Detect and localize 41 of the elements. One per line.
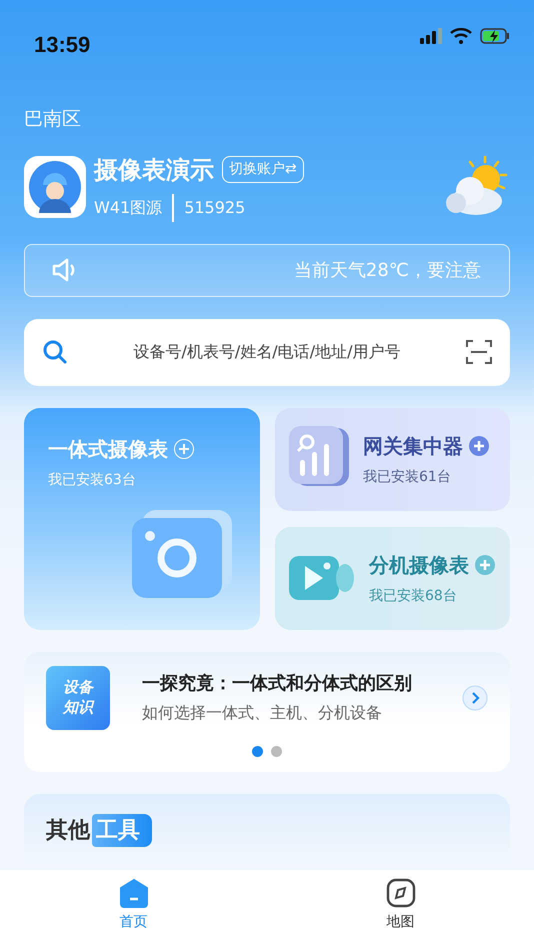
search-icon: [42, 339, 68, 365]
chevron-right-icon: [462, 684, 488, 710]
add-icon: [475, 554, 495, 574]
card-title: 网关集中器: [363, 432, 463, 460]
device-card[interactable]: 分机摄像表 我已安装68台: [275, 526, 510, 630]
tab-item[interactable]: 首页: [0, 870, 267, 950]
card-title: 分机摄像表: [369, 552, 469, 578]
source-label: W41图源: [94, 196, 162, 218]
article-card[interactable]: 设备 知识 一探究竟：一体式和分体式的区别 如何选择一体式、主机、分机设备: [24, 652, 510, 772]
article-subtitle: 如何选择一体式、主机、分机设备: [142, 702, 383, 724]
card-title: 一体式摄像表: [48, 436, 168, 462]
card-subtitle: 我已安装63台: [48, 470, 137, 490]
device-card[interactable]: 网关集中器 我已安装61台: [275, 408, 510, 510]
search-bar[interactable]: 设备号/机表号/姓名/电话/地址/用户号: [24, 318, 510, 386]
switch-account-button[interactable]: 切换账户⇄: [222, 156, 304, 183]
badge-text: 设备: [63, 678, 93, 698]
tab-item[interactable]: 地图: [267, 870, 534, 950]
wifi-icon: [450, 28, 472, 44]
account-code: 515925: [184, 196, 246, 218]
avatar: [24, 156, 86, 218]
search-field[interactable]: 设备号/机表号/姓名/电话/地址/用户号: [78, 339, 456, 365]
battery-icon: [480, 28, 510, 44]
compass-icon: [386, 878, 416, 908]
card-subtitle: 我已安装68台: [369, 586, 458, 606]
add-icon: [174, 438, 194, 458]
add-icon: [469, 436, 489, 456]
card-subtitle: 我已安装61台: [363, 468, 452, 486]
device-card[interactable]: 一体式摄像表 我已安装63台: [24, 408, 260, 630]
scan-icon: [466, 339, 492, 365]
article-title: 一探究竟：一体式和分体式的区别: [142, 672, 413, 696]
carousel-dot[interactable]: [271, 746, 282, 756]
home-icon: [118, 878, 148, 908]
account-name: 摄像表演示: [94, 154, 214, 186]
section-title-highlight: 工具: [92, 814, 152, 846]
district-name: 巴南区: [24, 107, 81, 132]
carousel-dot[interactable]: [252, 746, 263, 756]
section-title: 其他: [46, 816, 90, 844]
signal-icon: [420, 28, 442, 44]
status-time: 13:59: [34, 31, 90, 59]
badge-text: 知识: [63, 698, 93, 717]
notice-text: 当前天气28℃，要注意: [294, 258, 481, 282]
